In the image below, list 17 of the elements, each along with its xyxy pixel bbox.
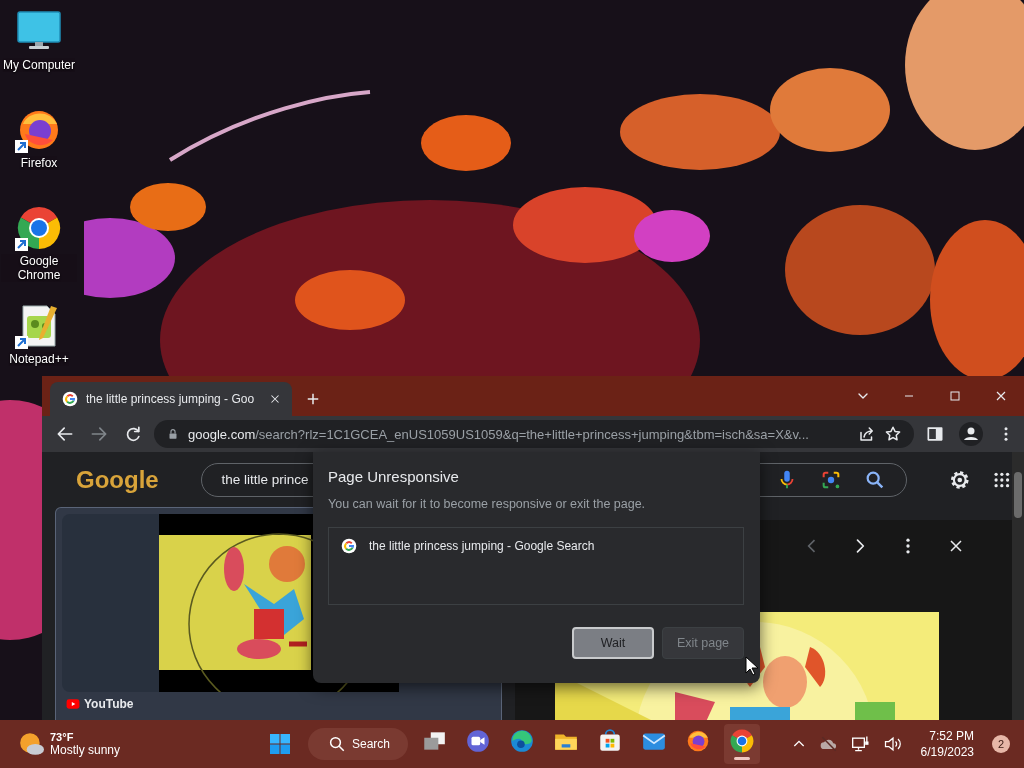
icon-label[interactable]: Notepad++ [9, 352, 69, 366]
google-logo[interactable]: Google [42, 465, 161, 494]
clock-date[interactable]: 6/19/2023 [920, 744, 974, 760]
browser-tab[interactable]: the little princess jumping - Goo [50, 382, 292, 416]
notification-badge[interactable]: 2 [992, 735, 1010, 753]
address-bar[interactable]: google.com/search?rlz=1C1GCEA_enUS1059US1059&q=the+little+princess+jumping&tbm=isch&sa=X&v... [154, 420, 914, 448]
source-label[interactable]: YouTube [84, 697, 134, 711]
icon-label[interactable]: Firefox [20, 156, 58, 170]
url-path: /search?rlz=1C1GCEA_enUS1059US1059&q=the+little+princess+jumping&tbm=isch&sa=X&v... [255, 426, 809, 442]
temperature[interactable]: 73°F [50, 731, 121, 743]
clock-time[interactable]: 7:52 PM [929, 728, 974, 744]
dialog-title: Page Unresponsive [328, 468, 460, 485]
icon-label[interactable]: My Computer [3, 58, 75, 72]
wait-button[interactable]: Wait [572, 627, 654, 659]
url-host: google.com [188, 426, 256, 442]
weather-condition[interactable]: Mostly sunny [50, 743, 121, 757]
search-button[interactable]: Search [308, 728, 409, 760]
